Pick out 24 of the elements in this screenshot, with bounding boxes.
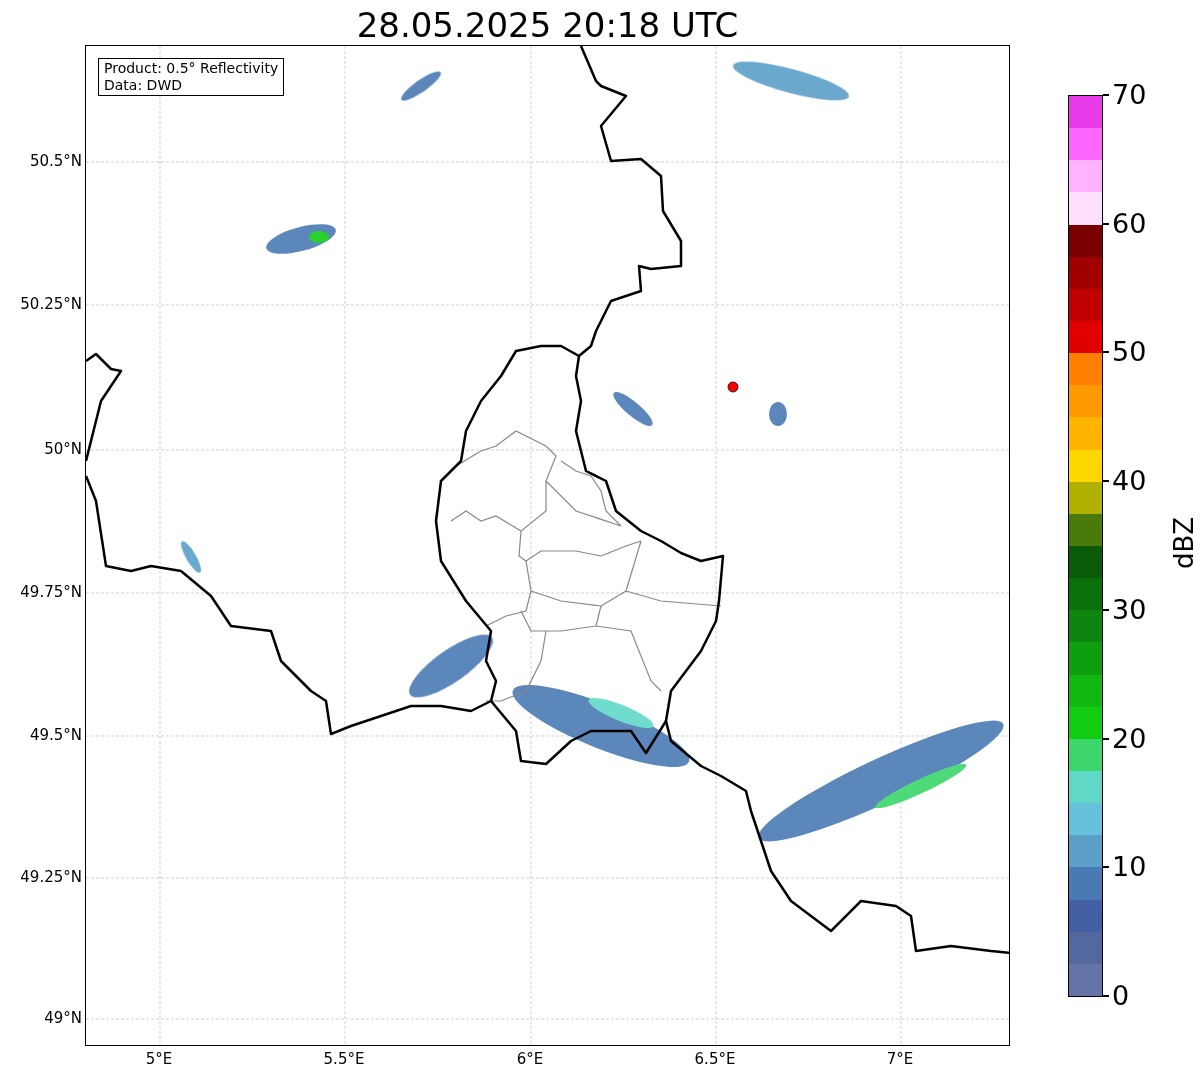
colorbar-tick-label: 70 <box>1112 80 1147 110</box>
latitude-label: 49°N <box>44 1009 82 1027</box>
latitude-label: 49.25°N <box>20 868 82 886</box>
longitude-label: 6.5°E <box>694 1050 736 1068</box>
latitude-label: 50.25°N <box>20 295 82 313</box>
chart-title: 28.05.2025 20:18 UTC <box>355 4 740 46</box>
latitude-label: 49.5°N <box>29 726 82 744</box>
latitude-label: 49.75°N <box>20 583 82 601</box>
colorbar-tick-label: 40 <box>1112 466 1147 497</box>
longitude-label: 7°E <box>886 1050 914 1068</box>
colorbar-label: dBZ <box>1169 516 1200 570</box>
longitude-label: 5°E <box>145 1050 173 1068</box>
colorbar-tick-label: 50 <box>1112 337 1147 368</box>
colorbar-tick-label: 20 <box>1112 723 1147 754</box>
longitude-label: 6°E <box>516 1050 544 1068</box>
colorbar-tick-label: 30 <box>1112 594 1147 625</box>
latitude-label: 50°N <box>44 440 82 458</box>
colorbar-tick-label: 0 <box>1112 981 1130 1011</box>
latitude-label: 50.5°N <box>29 152 82 170</box>
info-text: Product: 0.5° Reflectivity <box>104 60 279 77</box>
longitude-label: 5.5°E <box>323 1050 365 1068</box>
info-text: Data: DWD <box>104 77 183 94</box>
colorbar-tick-label: 10 <box>1112 852 1147 883</box>
colorbar-tick-label: 60 <box>1112 208 1147 239</box>
